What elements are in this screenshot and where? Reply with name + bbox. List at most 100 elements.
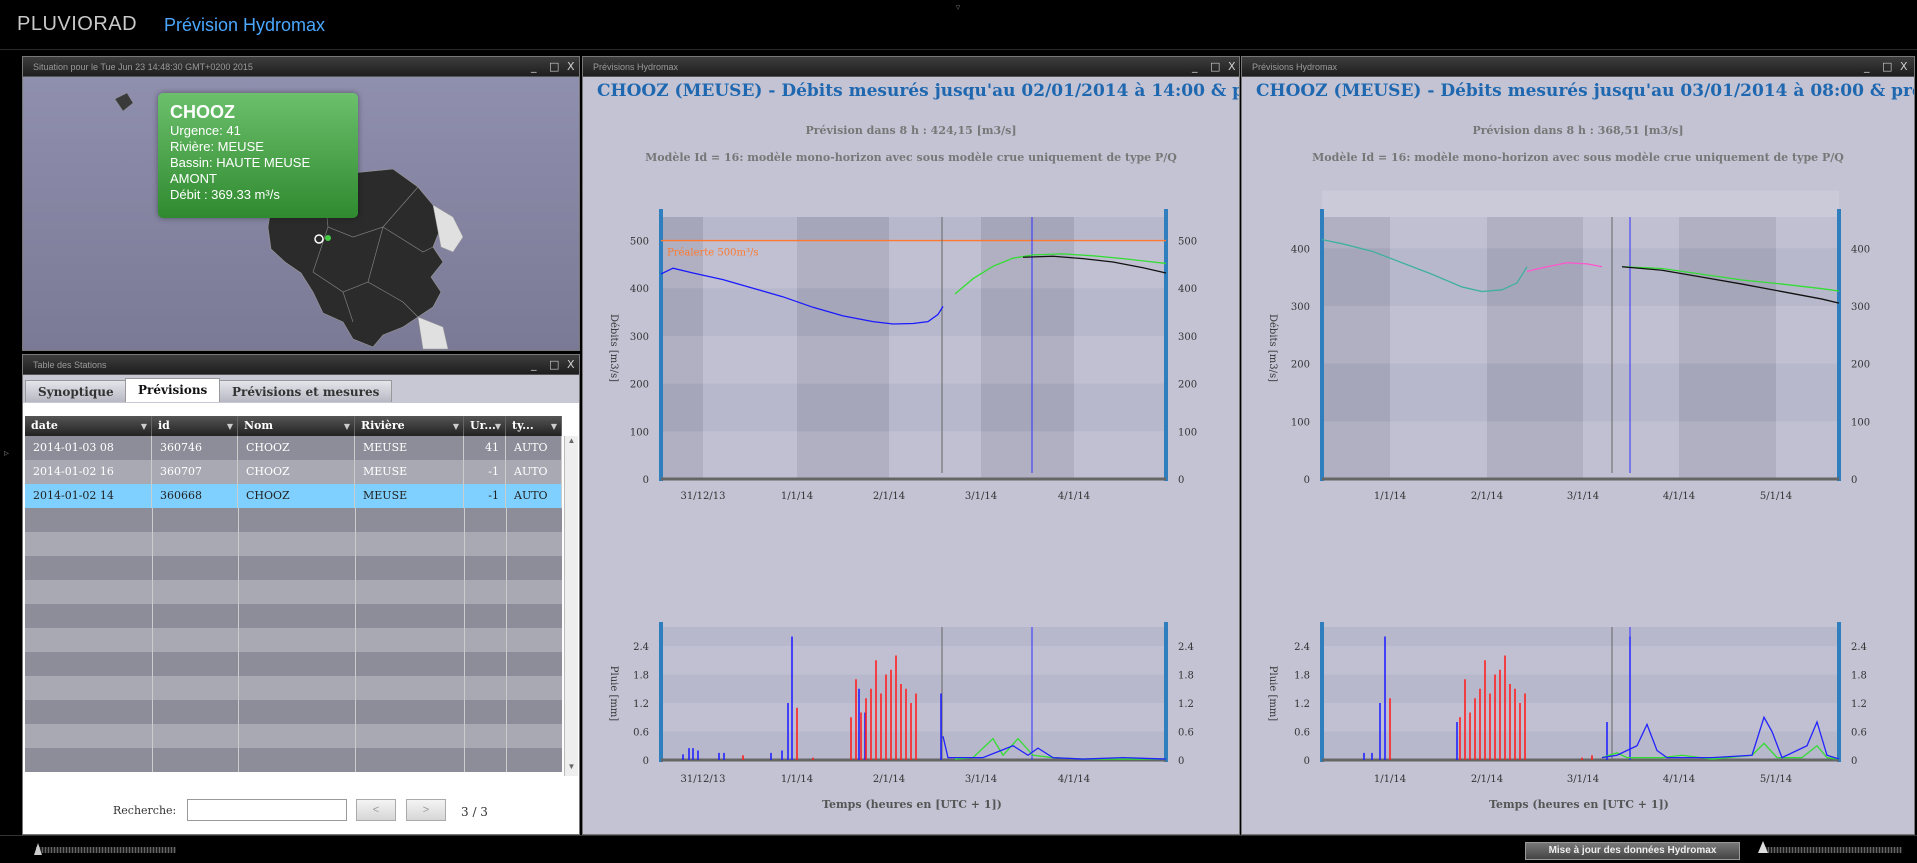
rain-tick-label: 1.8 [633,671,649,682]
x-tick-label: 4/1/14 [1058,774,1090,785]
y-tick-label-right: 300 [1178,332,1197,343]
column-header-nom[interactable]: Nom ▼ [238,416,355,436]
maximize-icon[interactable]: □ [1882,57,1892,77]
table-row[interactable]: 2014-01-02 16 360707 CHOOZ MEUSE -1 AUTO [25,460,562,484]
maximize-icon[interactable]: □ [549,57,559,77]
station-tooltip: CHOOZ Urgence: 41 Rivière: MEUSE Bassin:… [158,93,358,218]
prev-page-button[interactable]: < [356,799,396,821]
column-header-id[interactable]: id ▼ [152,416,238,436]
x-tick-label: 5/1/14 [1760,774,1792,785]
rain-tick-label: 2.4 [1294,642,1310,653]
rain-tick-label: 0 [1304,756,1310,767]
column-header-riviere[interactable]: Rivière ▼ [355,416,464,436]
empty-table-row [25,748,562,772]
minimize-icon[interactable]: _ [531,57,537,77]
x-tick-label: 2/1/14 [1471,774,1503,785]
minimize-icon[interactable]: _ [531,355,537,375]
tooltip-station-name: CHOOZ [170,102,235,122]
map-area[interactable]: CHOOZ Urgence: 41 Rivière: MEUSE Bassin:… [23,77,579,350]
column-header-date[interactable]: date ▼ [25,416,152,436]
maximize-icon[interactable]: □ [549,355,559,375]
cell-id: 360746 [152,436,238,460]
rain-tick-label-right: 1.2 [1851,699,1867,710]
cell-date: 2014-01-02 16 [25,460,152,484]
y-tick-label-right: 0 [1178,475,1184,486]
table-row-selected[interactable]: 2014-01-02 14 360668 CHOOZ MEUSE -1 AUTO [25,484,562,508]
stations-panel: Table des Stations _ □ X Synoptique Prév… [22,354,580,835]
table-row[interactable]: 2014-01-03 08 360746 CHOOZ MEUSE 41 AUTO [25,436,562,460]
cell-nom: CHOOZ [238,484,355,508]
rain-tick-label-right: 0 [1851,756,1857,767]
cell-id: 360707 [152,460,238,484]
table-scrollbar[interactable]: ▲ ▼ [564,436,578,776]
x-tick-label: 1/1/14 [1374,491,1406,502]
tooltip-debit: Débit : 369.33 m³/s [170,187,280,202]
y-tick-label: 200 [630,380,649,391]
table-header: date ▼ id ▼ Nom ▼ Rivière ▼ Ur... ▼ ty... ▼ [25,416,562,436]
collapse-left-handle-icon[interactable]: ▹ [4,448,9,459]
chart-title: CHOOZ (MEUSE) - Débits mesurés jusqu'au … [597,81,1240,101]
scroll-down-icon[interactable]: ▼ [565,762,578,776]
rain-axis-label: Pluie [mm] [608,666,619,722]
next-page-button[interactable]: > [406,799,446,821]
y-axis-label: Débits [m3/s] [608,314,619,382]
minimize-icon[interactable]: _ [1864,57,1870,77]
y-tick-label: 500 [630,237,649,248]
app-subtitle[interactable]: Prévision Hydromax [164,15,325,36]
y-tick-label-right: 500 [1178,237,1197,248]
rain-axis-label: Pluie [mm] [1267,666,1278,722]
y-tick-label: 400 [630,284,649,295]
y-tick-label: 0 [1304,475,1310,486]
close-icon[interactable]: X [567,355,575,375]
rain-tick-label-right: 1.8 [1851,671,1867,682]
y-tick-label-right: 300 [1851,302,1870,313]
cell-date: 2014-01-02 14 [25,484,152,508]
collapse-top-handle-icon[interactable]: ▿ [950,2,966,12]
rain-tick-label-right: 1.8 [1178,671,1194,682]
search-input[interactable] [187,799,347,821]
column-header-urgence[interactable]: Ur... ▼ [464,416,506,436]
x-tick-label: 2/1/14 [873,491,905,502]
rain-tick-label: 2.4 [633,642,649,653]
rain-tick-label-right: 0.6 [1178,728,1194,739]
x-tick-label: 31/12/13 [681,774,726,785]
forecast-panel-1: Prévisions Hydromax _ □ X CHOOZ (MEUSE) … [582,56,1240,835]
minimize-icon[interactable]: _ [1192,57,1198,77]
rain-tick-label-right: 0 [1178,756,1184,767]
discharge-rain-chart[interactable]: 0 0 100 100 200 200 300 300 400 400 Débits [m3/s] 1… [1242,117,1915,835]
cell-urgence: 41 [464,436,506,460]
empty-table-row [25,724,562,748]
cell-riviere: MEUSE [355,436,464,460]
y-tick-label-right: 100 [1178,427,1197,438]
rain-tick-label: 1.8 [1294,671,1310,682]
left-zoom-slider[interactable] [36,847,176,853]
scroll-up-icon[interactable]: ▲ [565,436,578,450]
cell-riviere: MEUSE [355,484,464,508]
x-tick-label: 2/1/14 [873,774,905,785]
tab-previsions[interactable]: Prévisions [125,378,221,402]
empty-table-row [25,628,562,652]
close-icon[interactable]: X [567,57,575,77]
rain-tick-label: 0.6 [1294,728,1310,739]
x-tick-label: 4/1/14 [1663,774,1695,785]
update-hydromax-button[interactable]: Mise à jour des données Hydromax [1525,842,1740,860]
close-icon[interactable]: X [1228,57,1236,77]
rain-tick-label-right: 0.6 [1851,728,1867,739]
cell-urgence: -1 [464,460,506,484]
map-panel-title: Situation pour le Tue Jun 23 14:48:30 GM… [23,57,579,77]
rain-tick-label: 0.6 [633,728,649,739]
empty-table-row [25,508,562,532]
rain-tick-label: 1.2 [1294,699,1310,710]
x-tick-label: 1/1/14 [1374,774,1406,785]
discharge-rain-chart[interactable]: 0 0 100 100 200 200 300 300 400 400 500 500 Débits [… [583,117,1240,835]
x-tick-label: 1/1/14 [781,491,813,502]
empty-table-row [25,676,562,700]
x-tick-label: 1/1/14 [781,774,813,785]
right-zoom-slider[interactable] [1762,847,1902,853]
tab-synoptique[interactable]: Synoptique [25,380,127,402]
x-tick-label: 4/1/14 [1058,491,1090,502]
close-icon[interactable]: X [1900,57,1908,77]
column-header-type[interactable]: ty... ▼ [506,416,562,436]
maximize-icon[interactable]: □ [1210,57,1220,77]
tab-previsions-et-mesures[interactable]: Prévisions et mesures [219,380,393,402]
